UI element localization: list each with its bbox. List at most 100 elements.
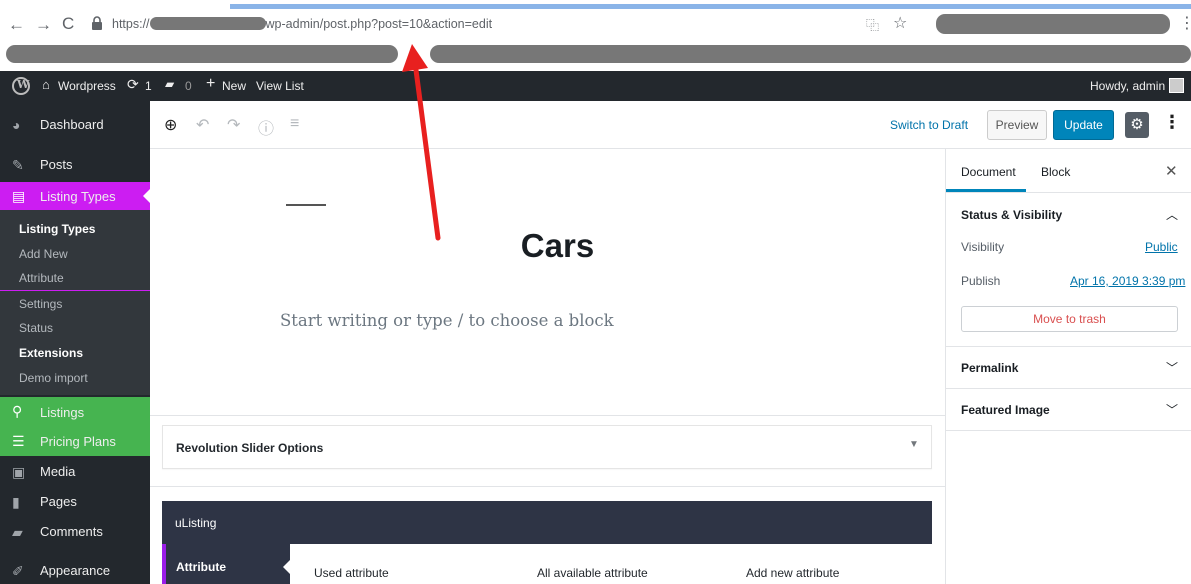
featured-image-heading[interactable]: Featured Image (961, 403, 1050, 417)
undo-icon[interactable]: ↶ (196, 115, 209, 135)
publish-label: Publish (961, 274, 1001, 288)
avatar[interactable] (1169, 78, 1184, 93)
comments-count[interactable]: 0 (185, 79, 192, 93)
submenu-status[interactable]: Status (19, 321, 53, 335)
sidebar-item-pages[interactable]: ▮ Pages (0, 494, 150, 514)
sidebar-item-label: Media (40, 464, 76, 479)
submenu-demo-import[interactable]: Demo import (19, 371, 88, 385)
block-navigation-icon[interactable]: ≡ (290, 115, 299, 133)
add-block-icon[interactable]: ⊕ (164, 115, 177, 135)
sidebar-item-appearance[interactable]: ✐ Appearance (0, 563, 150, 583)
submenu-extensions[interactable]: Extensions (19, 346, 83, 360)
more-options-icon[interactable]: ⋮ (1163, 112, 1181, 133)
pages-icon: ▮ (12, 494, 20, 510)
forward-icon[interactable]: → (35, 15, 52, 35)
home-icon: ⌂ (42, 77, 50, 92)
pricing-icon: ☰ (12, 433, 25, 449)
address-scheme: https:// (112, 17, 150, 31)
site-name-link[interactable]: Wordpress (58, 79, 116, 93)
active-menu-arrow (143, 189, 150, 203)
preview-button[interactable]: Preview (987, 110, 1047, 140)
submenu-listing-types[interactable]: Listing Types (19, 222, 95, 236)
redacted-bookmark-1 (6, 45, 398, 63)
revolution-slider-metabox[interactable]: Revolution Slider Options ▼ (162, 425, 932, 469)
visibility-link[interactable]: Public (1145, 240, 1178, 254)
submenu-attribute[interactable]: Attribute (19, 271, 64, 285)
comment-icon[interactable]: ▰ (165, 77, 174, 91)
gear-icon[interactable]: ⚙ (1125, 112, 1149, 138)
menu-icon[interactable]: ⋮ (1179, 13, 1191, 33)
visibility-label: Visibility (961, 240, 1005, 254)
view-list-link[interactable]: View List (256, 79, 304, 93)
permalink-heading[interactable]: Permalink (961, 361, 1018, 375)
redacted-bookmark-2 (430, 45, 1191, 63)
media-icon: ▣ (12, 464, 26, 480)
metabox-divider-2 (150, 486, 945, 487)
wordpress-logo-icon[interactable]: W (12, 77, 30, 95)
publish-date-link[interactable]: Apr 16, 2019 3:39 pm (1070, 274, 1185, 288)
close-icon[interactable]: ✕ (1165, 162, 1178, 180)
metabox-divider (150, 415, 945, 416)
info-icon[interactable]: ⓘ (258, 115, 274, 139)
sidebar-item-label: Listings (40, 405, 85, 420)
ulisting-header: uListing (162, 501, 932, 544)
sidebar-item-media[interactable]: ▣ Media (0, 464, 150, 484)
panel-divider (946, 388, 1191, 389)
editor-header-toolbar: ⊕ ↶ ↷ ⓘ ≡ Switch to Draft Preview Update… (150, 101, 1191, 149)
address-path: wp-admin/post.php?post=10&action=edit (265, 17, 493, 31)
brush-icon: ✐ (12, 563, 24, 579)
sidebar-item-pricing-plans[interactable]: ☰ Pricing Plans (0, 426, 150, 456)
submenu-settings[interactable]: Settings (19, 297, 62, 311)
sidebar-item-listing-types[interactable]: ▤ Listing Types (0, 182, 150, 210)
panel-divider (946, 192, 1191, 193)
redo-icon[interactable]: ↷ (227, 115, 240, 135)
address-bar[interactable]: https:// wp-admin/post.php?post=10&action… (112, 17, 492, 31)
tab-attribute[interactable]: Attribute (162, 544, 290, 584)
move-to-trash-button[interactable]: Move to trash (961, 306, 1178, 332)
plus-icon[interactable]: + (206, 75, 215, 93)
dashboard-icon: ◕ (12, 117, 21, 133)
switch-to-draft-button[interactable]: Switch to Draft (890, 118, 968, 132)
new-content-link[interactable]: New (222, 79, 246, 93)
submenu-add-new[interactable]: Add New (19, 247, 68, 261)
reload-icon[interactable]: C (62, 14, 74, 34)
status-visibility-heading[interactable]: Status & Visibility (961, 208, 1062, 222)
panel-divider (946, 430, 1191, 431)
chevron-up-icon[interactable]: ︿ (1166, 206, 1178, 223)
tab-strip-accent (230, 4, 1191, 9)
sidebar-item-listings[interactable]: ⚲ Listings (0, 397, 150, 426)
sidebar-item-label: Comments (40, 524, 103, 539)
used-attribute-header: Used attribute (314, 566, 389, 580)
update-button[interactable]: Update (1053, 110, 1114, 140)
back-icon[interactable]: ← (8, 15, 25, 35)
block-placeholder[interactable]: Start writing or type / to choose a bloc… (280, 311, 614, 330)
location-icon: ⚲ (12, 403, 23, 419)
redacted-host (149, 17, 266, 30)
translate-icon[interactable]: ⿻ (866, 15, 879, 34)
sidebar-item-posts[interactable]: ✎ Posts (0, 157, 150, 177)
post-title[interactable]: Cars (150, 227, 945, 265)
sidebar-item-comments[interactable]: ▰ Comments (0, 524, 150, 544)
ulisting-metabox: uListing Attribute Used attribute All av… (162, 501, 932, 584)
sidebar-item-dashboard[interactable]: ◕ Dashboard (0, 117, 150, 137)
metabox-title: Revolution Slider Options (176, 441, 324, 455)
submenu-divider (0, 290, 150, 291)
sidebar-item-label: Listing Types (40, 189, 116, 204)
caret-down-icon[interactable]: ▼ (909, 439, 919, 450)
browser-toolbar: ← → C https:// wp-admin/post.php?post=10&… (0, 0, 1191, 70)
document-settings-panel: Document Block ✕ Status & Visibility ︿ V… (945, 149, 1191, 584)
sidebar-item-label: Dashboard (40, 117, 104, 132)
updates-count[interactable]: 1 (145, 79, 152, 93)
tab-label: Attribute (176, 560, 226, 574)
updates-icon[interactable]: ⟳ (127, 76, 139, 93)
howdy-greeting[interactable]: Howdy, admin (1090, 79, 1165, 93)
chevron-down-icon[interactable]: ﹀ (1166, 359, 1178, 376)
tab-document[interactable]: Document (961, 165, 1016, 179)
admin-sidebar: ◕ Dashboard ✎ Posts ▤ Listing Types List… (0, 101, 150, 584)
sidebar-item-label: Pages (40, 494, 77, 509)
editor-canvas: Cars Start writing or type / to choose a… (150, 149, 945, 584)
star-icon[interactable]: ☆ (893, 13, 907, 33)
panel-divider (946, 346, 1191, 347)
tab-block[interactable]: Block (1041, 165, 1070, 179)
chevron-down-icon[interactable]: ﹀ (1166, 401, 1178, 418)
